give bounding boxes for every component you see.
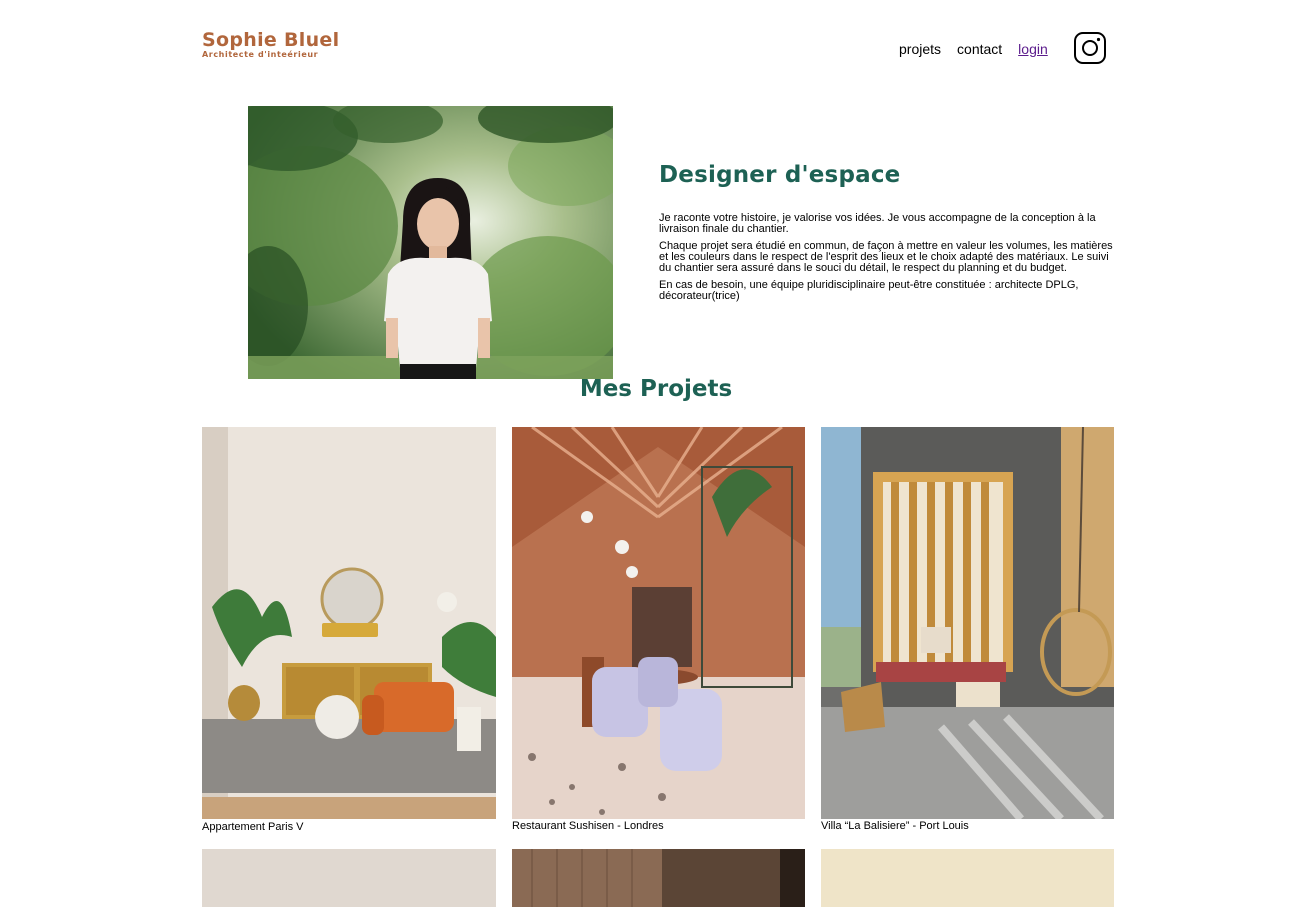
- project-card[interactable]: [821, 849, 1114, 907]
- instagram-icon[interactable]: [1073, 31, 1107, 65]
- main-nav: projets contact login: [899, 40, 1064, 58]
- project-image: [821, 427, 1114, 819]
- about-paragraph: Chaque projet sera étudié en commun, de …: [659, 240, 1113, 274]
- logo[interactable]: Sophie Bluel Architecte d'inteérieur: [202, 30, 339, 59]
- project-caption: Villa “La Balisiere” - Port Louis: [821, 820, 969, 832]
- project-image: [821, 849, 1114, 907]
- about-text: Je raconte votre histoire, je valorise v…: [659, 213, 1117, 308]
- logo-name: Sophie Bluel: [202, 29, 340, 51]
- project-card[interactable]: [202, 849, 496, 907]
- project-card[interactable]: [512, 849, 805, 907]
- project-image: [202, 849, 496, 907]
- project-image: [202, 427, 496, 819]
- project-image: [512, 427, 805, 819]
- logo-subtitle: Architecte d'inteérieur: [202, 50, 319, 59]
- project-card[interactable]: Restaurant Sushisen - Londres: [512, 427, 805, 832]
- project-caption: Restaurant Sushisen - Londres: [512, 820, 664, 832]
- about-title: Designer d'espace: [659, 162, 901, 188]
- portfolio-title: Mes Projets: [579, 376, 733, 402]
- nav-login[interactable]: login: [1018, 40, 1048, 58]
- about-paragraph: Je raconte votre histoire, je valorise v…: [659, 212, 1096, 235]
- nav-projets[interactable]: projets: [899, 40, 941, 58]
- project-caption: Appartement Paris V: [202, 821, 304, 833]
- project-image: [512, 849, 805, 907]
- portrait-photo: [248, 106, 613, 379]
- nav-contact[interactable]: contact: [957, 40, 1002, 58]
- project-card[interactable]: Villa “La Balisiere” - Port Louis: [821, 427, 1114, 832]
- about-paragraph: En cas de besoin, une équipe pluridiscip…: [659, 279, 1079, 302]
- project-card[interactable]: Appartement Paris V: [202, 427, 496, 833]
